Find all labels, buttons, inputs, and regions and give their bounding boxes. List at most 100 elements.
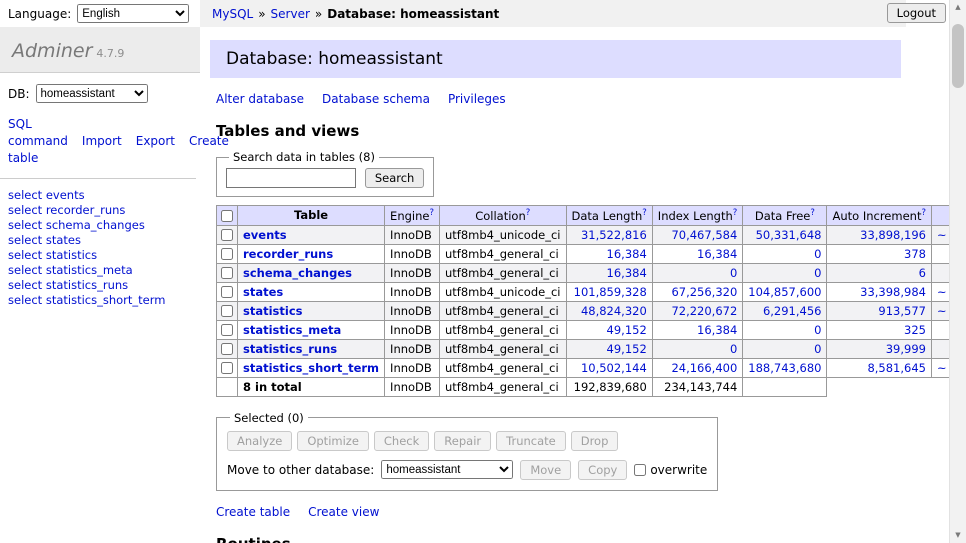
table-name-link[interactable]: statistics [243, 304, 303, 318]
table-name-link[interactable]: statistics_short_term [243, 361, 379, 375]
data-free-link[interactable]: 188,743,680 [748, 361, 821, 375]
help-icon[interactable]: ? [429, 208, 434, 218]
rows-link[interactable]: ~ 299,833 [937, 285, 949, 299]
truncate-button[interactable] [496, 431, 566, 451]
move-db-select[interactable]: homeassistant [381, 460, 513, 479]
scroll-up-icon[interactable]: ▲ [950, 0, 966, 15]
sidebar-item-select-statistics-meta[interactable]: select statistics_meta [8, 263, 192, 278]
data-free-link[interactable]: 0 [814, 266, 821, 280]
data-length-link[interactable]: 49,152 [607, 323, 647, 337]
sidebar-item-select-recorder-runs[interactable]: select recorder_runs [8, 203, 192, 218]
data-length-link[interactable]: 101,859,328 [574, 285, 647, 299]
scrollbar[interactable]: ▲ ▼ [949, 0, 966, 543]
auto-increment-link[interactable]: 913,577 [878, 304, 926, 318]
auto-increment-link[interactable]: 325 [904, 323, 926, 337]
index-length-link[interactable]: 0 [730, 342, 737, 356]
auto-increment-link[interactable]: 33,398,984 [860, 285, 926, 299]
data-free-link[interactable]: 6,291,456 [763, 304, 822, 318]
index-length-link[interactable]: 0 [730, 266, 737, 280]
rows-link[interactable]: ~ 569,159 [937, 304, 949, 318]
data-free-link[interactable]: 104,857,600 [748, 285, 821, 299]
rows-cell: ~ 569,159 [931, 301, 949, 320]
db-select[interactable]: homeassistant [36, 84, 148, 103]
help-icon[interactable]: ? [733, 208, 738, 218]
row-checkbox[interactable] [221, 343, 233, 355]
row-checkbox[interactable] [221, 286, 233, 298]
index-length-link[interactable]: 16,384 [697, 247, 737, 261]
table-name-link[interactable]: statistics_meta [243, 323, 341, 337]
index-length-link[interactable]: 72,220,672 [671, 304, 737, 318]
overwrite-checkbox[interactable] [634, 464, 646, 476]
row-checkbox[interactable] [221, 362, 233, 374]
search-input[interactable] [226, 168, 356, 188]
sidebar-item-select-statistics[interactable]: select statistics [8, 248, 192, 263]
row-checkbox[interactable] [221, 248, 233, 260]
action-privileges[interactable]: Privileges [448, 92, 506, 106]
table-name-link[interactable]: recorder_runs [243, 247, 333, 261]
sidebar-item-select-statistics-short-term[interactable]: select statistics_short_term [8, 293, 192, 308]
auto-increment-link[interactable]: 39,999 [886, 342, 926, 356]
data-length-link[interactable]: 49,152 [607, 342, 647, 356]
drop-button[interactable] [571, 431, 619, 451]
auto-increment-link[interactable]: 378 [904, 247, 926, 261]
help-icon[interactable]: ? [642, 208, 647, 218]
language-select[interactable]: English [77, 4, 189, 23]
sidebar-item-select-events[interactable]: select events [8, 188, 192, 203]
table-name-link[interactable]: statistics_runs [243, 342, 337, 356]
table-name-link[interactable]: events [243, 228, 287, 242]
rows-link[interactable]: ~ 312,180 [937, 228, 949, 242]
logout-button[interactable]: Logout [887, 3, 946, 23]
help-icon[interactable]: ? [921, 208, 926, 218]
index-length-link[interactable]: 24,166,400 [671, 361, 737, 375]
action-create-view[interactable]: Create view [308, 505, 379, 519]
table-name-link[interactable]: states [243, 285, 283, 299]
data-length-link[interactable]: 10,502,144 [581, 361, 647, 375]
auto-increment-cell: 325 [827, 320, 932, 339]
analyze-button[interactable] [227, 431, 292, 451]
row-checkbox[interactable] [221, 324, 233, 336]
repair-button[interactable] [434, 431, 491, 451]
action-alter-database[interactable]: Alter database [216, 92, 304, 106]
breadcrumb-link-mysql[interactable]: MySQL [212, 7, 253, 21]
select-all-checkbox[interactable] [221, 210, 233, 222]
help-icon[interactable]: ? [526, 208, 531, 218]
copy-button[interactable]: Copy [578, 460, 627, 480]
data-free-link[interactable]: 50,331,648 [756, 228, 822, 242]
action-database-schema[interactable]: Database schema [322, 92, 430, 106]
scroll-thumb[interactable] [952, 24, 964, 88]
overwrite-option[interactable]: overwrite [634, 463, 707, 477]
sidebar-item-select-states[interactable]: select states [8, 233, 192, 248]
data-free-link[interactable]: 0 [814, 247, 821, 261]
row-checkbox[interactable] [221, 229, 233, 241]
sidebar-link-import[interactable]: Import [82, 134, 122, 148]
auto-increment-link[interactable]: 33,898,196 [860, 228, 926, 242]
sidebar-item-select-schema-changes[interactable]: select schema_changes [8, 218, 192, 233]
auto-increment-link[interactable]: 6 [919, 266, 926, 280]
search-button[interactable]: Search [365, 168, 425, 188]
breadcrumb-link-server[interactable]: Server [271, 7, 310, 21]
optimize-button[interactable] [297, 431, 369, 451]
data-free-link[interactable]: 0 [814, 342, 821, 356]
data-length-link[interactable]: 31,522,816 [581, 228, 647, 242]
help-icon[interactable]: ? [810, 208, 815, 218]
scroll-down-icon[interactable]: ▼ [950, 528, 966, 543]
move-button[interactable]: Move [520, 460, 571, 480]
rows-link[interactable]: ~ 136,108 [937, 361, 949, 375]
sidebar-item-select-statistics-runs[interactable]: select statistics_runs [8, 278, 192, 293]
data-length-link[interactable]: 16,384 [607, 247, 647, 261]
row-checkbox-cell [217, 339, 238, 358]
row-checkbox[interactable] [221, 305, 233, 317]
check-button[interactable] [374, 431, 429, 451]
data-length-link[interactable]: 48,824,320 [581, 304, 647, 318]
index-length-link[interactable]: 67,256,320 [671, 285, 737, 299]
row-checkbox[interactable] [221, 267, 233, 279]
data-free-link[interactable]: 0 [814, 323, 821, 337]
action-create-table[interactable]: Create table [216, 505, 290, 519]
sidebar-link-sql-command[interactable]: SQL command [8, 117, 68, 148]
index-length-link[interactable]: 70,467,584 [671, 228, 737, 242]
table-name-link[interactable]: schema_changes [243, 266, 352, 280]
sidebar-link-export[interactable]: Export [136, 134, 175, 148]
data-length-link[interactable]: 16,384 [607, 266, 647, 280]
index-length-link[interactable]: 16,384 [697, 323, 737, 337]
auto-increment-link[interactable]: 8,581,645 [867, 361, 926, 375]
